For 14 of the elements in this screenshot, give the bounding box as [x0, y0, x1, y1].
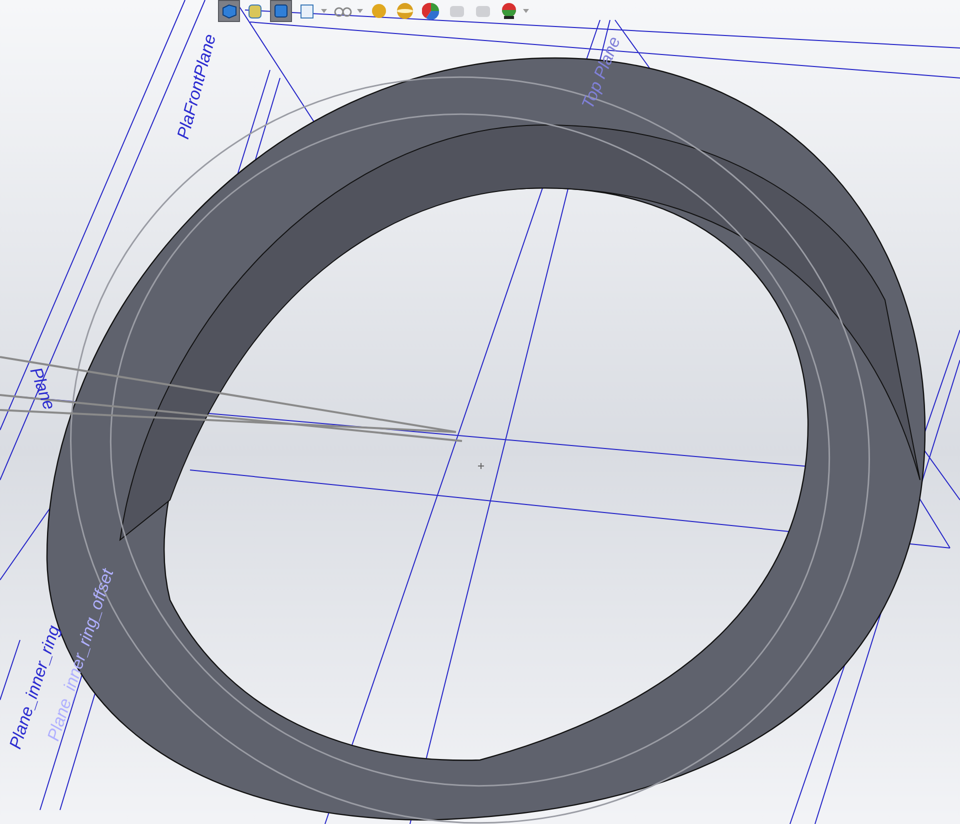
plane-label: Plane [26, 364, 59, 412]
box-icon [298, 2, 316, 20]
toolbar-button[interactable] [420, 0, 442, 22]
color-ball-icon [499, 2, 519, 20]
dropdown-caret-icon[interactable] [356, 8, 364, 14]
dropdown-caret-icon[interactable] [320, 8, 328, 14]
shape-icon [448, 3, 466, 19]
plane-label: Top Plane [578, 34, 624, 112]
shape-icon [474, 3, 492, 19]
sphere-icon [396, 2, 414, 20]
color-ball-icon [422, 2, 440, 20]
sphere-icon [371, 3, 387, 19]
dropdown-caret-icon[interactable] [522, 8, 530, 14]
toolbar-button[interactable] [394, 0, 416, 22]
